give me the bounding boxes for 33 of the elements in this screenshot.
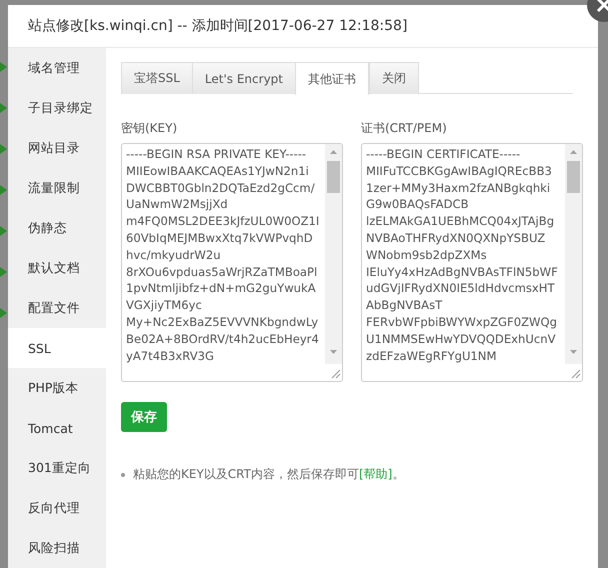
tab[interactable]: 其他证书 xyxy=(295,62,369,95)
arrow-icon xyxy=(0,308,7,318)
sidebar-item[interactable]: 风险扫描 xyxy=(8,528,106,568)
help-note: 粘贴您的KEY以及CRT内容，然后保存即可[帮助]。 xyxy=(133,466,404,483)
sidebar-item[interactable]: PHP版本 xyxy=(8,368,106,408)
tab[interactable]: 宝塔SSL xyxy=(121,62,192,94)
sidebar-item[interactable]: 反向代理 xyxy=(8,488,106,528)
sidebar-item[interactable]: Tomcat xyxy=(8,408,106,448)
scrollbar-icon[interactable] xyxy=(565,144,582,381)
sidebar-item[interactable]: 流量限制 xyxy=(8,168,106,208)
tab[interactable]: Let's Encrypt xyxy=(192,62,295,94)
sidebar-item[interactable]: 域名管理 xyxy=(8,48,106,88)
arrow-icon xyxy=(0,144,7,154)
field-label: 证书(CRT/PEM) xyxy=(361,120,448,137)
window-title: 站点修改[ks.winqi.cn] -- 添加时间[2017-06-27 12:18:58] xyxy=(28,17,408,35)
sidebar-item[interactable]: SSL xyxy=(8,328,106,368)
bullet-icon xyxy=(121,472,125,476)
scrollbar-icon[interactable] xyxy=(325,144,342,381)
arrow-icon xyxy=(0,103,7,113)
sidebar-item[interactable]: 默认文档 xyxy=(8,248,106,288)
text-area[interactable]: -----BEGIN CERTIFICATE----- MIIFuTCCBKGgAwIBAgIQREcBB3 1zer+MMy3Haxm2fzANBgkqhki G9w0BAQsFADCB lzELMAkGA1UEBhMCQ04xJTAjBg NVBAoTHFRydXN0QXNpYSBUZ WNobm9sb2dpZXMs IEluYy4xHzAdBgNVBAsTFlN5bWF udGVjIFRydXN0IE5ldHdvcmsxHT AbBgNVBAsT FERvbWFpbiBWYWxpZGF0ZWQg U1NMMSEwHwYDVQQDExhUcnV zdEFzaWEgRFYgU1NM xyxy=(361,143,583,382)
sidebar-item[interactable]: 301重定向 xyxy=(8,448,106,488)
tab[interactable]: 关闭 xyxy=(369,62,419,94)
arrow-icon xyxy=(0,185,7,195)
field-label: 密钥(KEY) xyxy=(121,120,178,137)
sidebar-item[interactable]: 伪静态 xyxy=(8,208,106,248)
text-area[interactable]: -----BEGIN RSA PRIVATE KEY----- MIIEowIBAAKCAQEAs1YJwN2n1i DWCBBT0Gbln2DQTaEzd2gCcm/ UaNwmW2MsjjXd m4FQ0MSL2DEE3kJfzUL0W0OZ1I 60VbIqMEJMBwxXtq7kVWPvqhD hvc/mkyudrW2u 8rXOu6vpduas5aWrjRZaTMBoaPl 1pvNtmljibfz+dN+mG2guYwukA VGXjiyTM6yc My+Nc2ExBaZ5EVVVNKbgndwLy Be02A+8BOrdRV/t4h2ucEbHeyr4 yA7t4B3xRV3G xyxy=(121,143,343,382)
sidebar-item[interactable]: 子目录绑定 xyxy=(8,88,106,128)
arrow-icon xyxy=(0,62,7,72)
sidebar-item[interactable]: 网站目录 xyxy=(8,128,106,168)
arrow-icon xyxy=(0,226,7,236)
sidebar-item[interactable]: 配置文件 xyxy=(8,288,106,328)
arrow-icon xyxy=(0,267,7,277)
